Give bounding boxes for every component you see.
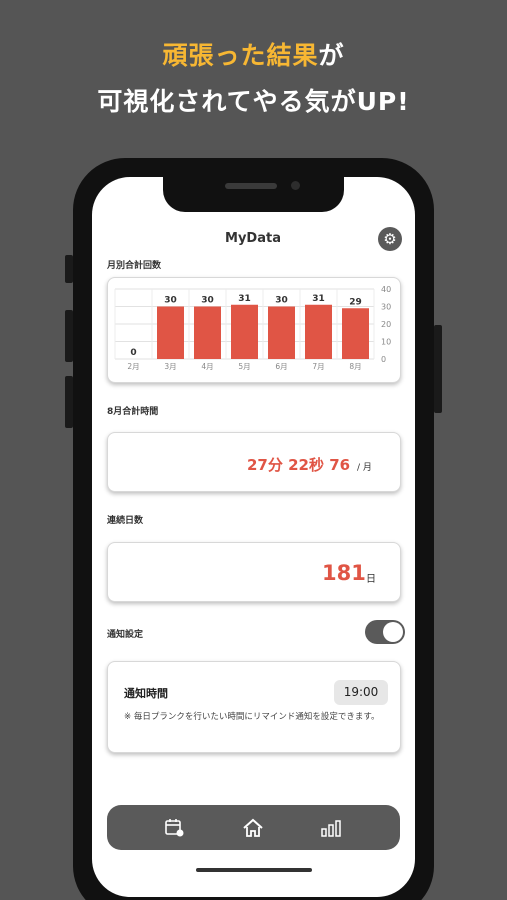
x-tick-label: 2月: [127, 362, 139, 371]
x-tick-label: 7月: [312, 362, 324, 371]
notification-description: ※ 毎日プランクを行いたい時間にリマインド通知を設定できます。: [124, 712, 380, 722]
bar: [231, 304, 258, 359]
settings-button[interactable]: ⚙: [378, 227, 402, 251]
data-label: 31: [238, 294, 251, 304]
x-tick-label: 4月: [201, 362, 213, 371]
streak-unit: 日: [366, 574, 376, 585]
bar: [194, 306, 221, 359]
bar: [157, 306, 184, 359]
tab-calendar[interactable]: [161, 815, 187, 841]
data-label: 30: [201, 296, 214, 306]
bar-chart-icon: [321, 820, 341, 837]
tab-home[interactable]: [240, 815, 266, 841]
bar: [268, 306, 295, 359]
data-label: 30: [275, 296, 288, 306]
promo-line-1: 頑張った結果が: [0, 36, 507, 72]
streak-value: 181: [322, 561, 366, 585]
y-tick-label: 30: [381, 303, 391, 312]
monthly-count-label: 月別合計回数: [107, 261, 162, 271]
total-time-value: 27分 22秒 76: [247, 456, 351, 474]
notification-setting-label: 通知設定: [107, 630, 144, 640]
volume-down-button: [65, 376, 73, 428]
y-tick-label: 0: [381, 355, 386, 364]
mute-switch: [65, 255, 73, 283]
speaker: [225, 183, 277, 189]
data-label: 31: [312, 294, 325, 304]
data-label: 29: [349, 297, 362, 307]
home-indicator: [196, 868, 312, 872]
y-tick-label: 40: [381, 285, 391, 294]
monthly-bar-chart: 0 10 20 30 40 0 2月 30 3月 30 4月 31 5月 30 6月 31 7月 29 8月: [114, 285, 391, 371]
notification-card: [107, 661, 401, 753]
bar: [342, 308, 369, 359]
bar: [305, 304, 332, 359]
data-label: 0: [130, 348, 136, 358]
promo-accent-text: 頑張った結果: [162, 41, 319, 70]
promo-line-2: 可視化されてやる気がUP!: [97, 87, 410, 116]
power-button: [434, 325, 442, 413]
tab-stats[interactable]: [318, 815, 344, 841]
y-tick-label: 10: [381, 338, 391, 347]
total-time-label: 8月合計時間: [107, 407, 159, 417]
x-tick-label: 8月: [349, 362, 361, 371]
x-tick-label: 5月: [238, 362, 250, 371]
y-tick-label: 20: [381, 320, 391, 329]
streak-label: 連続日数: [107, 516, 144, 526]
volume-up-button: [65, 310, 73, 362]
monthly-chart-card: 0 10 20 30 40 0 2月 30 3月 30 4月 31 5月 30 6月 31 7月 29 8月: [107, 277, 401, 383]
x-tick-label: 3月: [164, 362, 176, 371]
gear-icon: ⚙: [383, 230, 397, 248]
front-camera: [291, 181, 300, 190]
home-icon: [243, 818, 263, 837]
notification-toggle[interactable]: [365, 620, 405, 644]
calendar-icon: [165, 819, 184, 837]
x-tick-label: 6月: [275, 362, 287, 371]
page-title: MyData: [225, 231, 281, 246]
notification-time-picker[interactable]: 19:00: [334, 680, 388, 705]
promo-line-1-rest: が: [318, 41, 345, 70]
total-time-unit: / 月: [357, 463, 372, 473]
notification-time-title: 通知時間: [124, 687, 168, 700]
toggle-knob: [383, 622, 403, 642]
data-label: 30: [164, 296, 177, 306]
